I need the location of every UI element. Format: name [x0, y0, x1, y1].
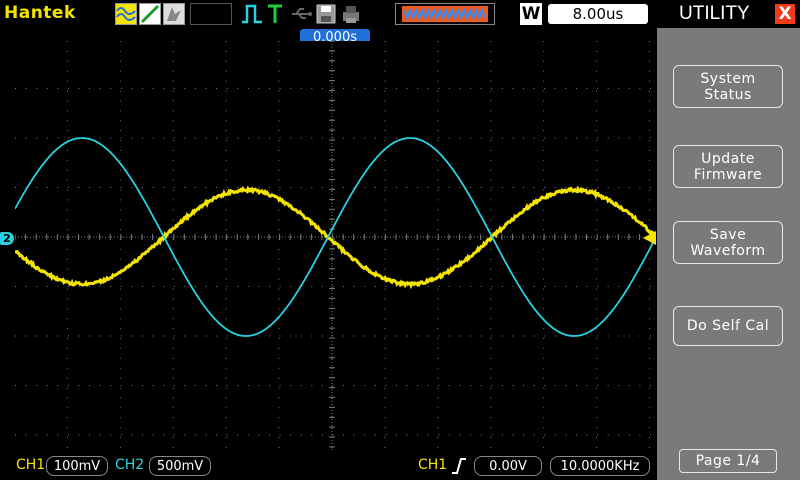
- memory-icon: [395, 3, 495, 25]
- waveform-icon[interactable]: [115, 3, 137, 25]
- button-label-line1: Save: [674, 227, 782, 243]
- ch1-label: CH1: [16, 457, 45, 473]
- blank-slot: [190, 3, 232, 25]
- trigger-level[interactable]: 0.00V: [474, 456, 542, 476]
- status-bar: Hantek W 8.00us: [0, 0, 655, 28]
- timebase-readout[interactable]: 8.00us: [548, 4, 648, 24]
- update-firmware-button[interactable]: Update Firmware: [673, 145, 783, 188]
- ch2-ground-marker[interactable]: 2: [0, 232, 14, 245]
- waveform-display: [15, 41, 656, 452]
- page-indicator[interactable]: Page 1/4: [679, 449, 777, 473]
- save-icon[interactable]: [316, 3, 336, 25]
- brand-logo: Hantek: [4, 3, 76, 23]
- button-label-line2: Firmware: [674, 167, 782, 183]
- save-waveform-button[interactable]: Save Waveform: [673, 221, 783, 264]
- cursor-icon[interactable]: [163, 3, 185, 25]
- trigger-icon[interactable]: [266, 3, 284, 25]
- ch2-label: CH2: [115, 457, 144, 473]
- rising-edge-icon: [451, 457, 467, 479]
- trigger-channel-label: CH1: [418, 457, 447, 473]
- ch2-scale[interactable]: 500mV: [149, 456, 211, 476]
- run-icon[interactable]: [240, 3, 264, 25]
- trigger-level-marker[interactable]: [643, 231, 656, 245]
- page-label: Page 1/4: [680, 453, 776, 469]
- menu-header: UTILITY X: [657, 0, 800, 28]
- button-label-line2: Waveform: [674, 243, 782, 259]
- window-mode-indicator: W: [520, 3, 542, 25]
- button-label-line2: Status: [674, 87, 782, 103]
- menu-title: UTILITY: [679, 3, 750, 25]
- button-label-line1: Do Self Cal: [674, 318, 782, 334]
- frequency-readout: 10.0000KHz: [550, 456, 650, 476]
- waveform-plot: [15, 41, 656, 452]
- self-cal-button[interactable]: Do Self Cal: [673, 306, 783, 346]
- ch1-scale[interactable]: 100mV: [46, 456, 108, 476]
- ch2-marker-label: 2: [3, 232, 11, 245]
- print-icon[interactable]: [341, 3, 361, 25]
- usb-icon[interactable]: [290, 3, 314, 25]
- edge-icon[interactable]: [139, 3, 161, 25]
- button-label-line1: System: [674, 71, 782, 87]
- channel-status-bar: CH1 100mV CH2 500mV CH1 0.00V 10.0000KHz: [0, 452, 656, 480]
- utility-menu-panel: UTILITY X System Status Update Firmware …: [657, 0, 800, 480]
- system-status-button[interactable]: System Status: [673, 65, 783, 108]
- button-label-line1: Update: [674, 151, 782, 167]
- close-button[interactable]: X: [775, 4, 795, 24]
- grid: [15, 41, 656, 452]
